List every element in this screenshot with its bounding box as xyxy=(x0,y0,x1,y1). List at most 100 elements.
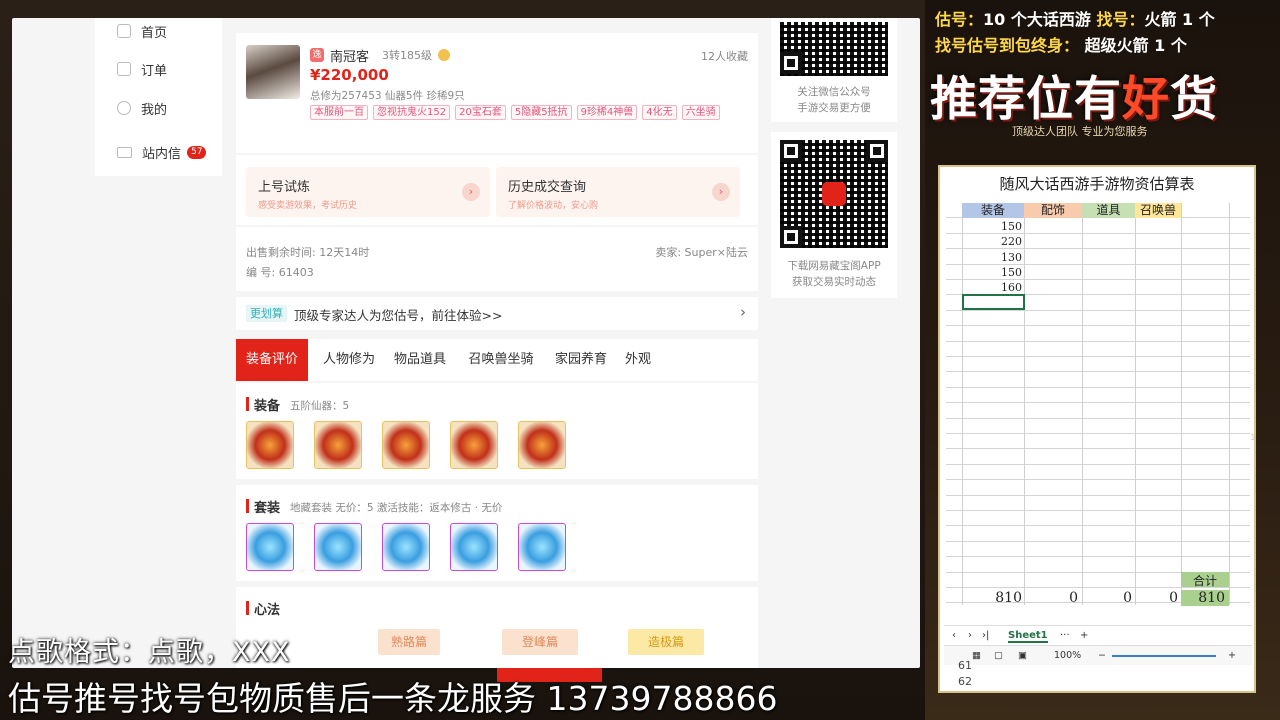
zoom-slider[interactable] xyxy=(1112,655,1216,657)
sheet-row[interactable] xyxy=(946,465,1250,481)
character-avatar[interactable] xyxy=(246,45,300,99)
cell-value[interactable]: 130 xyxy=(962,251,1022,264)
column-line xyxy=(1024,203,1025,605)
page-break-icon[interactable]: ▣ xyxy=(1018,650,1027,661)
tab-items[interactable]: 物品道具 xyxy=(388,339,452,381)
pricing-line-1: 估号：10 个大话西游 找号：火箭 1 个 xyxy=(935,10,1215,29)
sheet-row[interactable] xyxy=(946,326,1250,342)
add-sheet-icon[interactable]: + xyxy=(1080,630,1088,641)
tag: 5隐藏5抵抗 xyxy=(510,105,572,120)
tab-cultivation[interactable]: 人物修为 xyxy=(316,339,382,381)
sheet-row[interactable] xyxy=(946,403,1250,419)
heart-method-item[interactable]: 熟路篇 xyxy=(378,629,440,655)
service-overlay: 估号推号找号包物质售后一条龙服务 13739788866 xyxy=(8,679,778,718)
heart-method-section: 心法 熟路篇 登峰篇 造极篇 xyxy=(236,587,758,668)
header-accessory[interactable]: 配饰 xyxy=(1024,203,1082,218)
history-link[interactable]: 历史成交查询 了解价格波动，安心购 › xyxy=(496,167,740,217)
suit-slot[interactable] xyxy=(314,523,362,571)
sheet-row[interactable] xyxy=(946,388,1250,404)
song-request-overlay: 点歌格式：点歌，XXX xyxy=(8,637,291,668)
remaining-time: 出售剩余时间: 12天14时 xyxy=(246,246,370,259)
promo-tag: 更划算 xyxy=(246,305,287,322)
total-items[interactable]: 0 xyxy=(1082,590,1132,606)
seller-badge: 逸 xyxy=(310,48,324,62)
cell-value[interactable]: 150 xyxy=(962,220,1022,233)
status-bar: ▦ ▢ ▣ 100% − + xyxy=(944,645,1252,665)
sheet-row[interactable] xyxy=(946,434,1250,450)
heart-method-item[interactable]: 造极篇 xyxy=(628,629,704,655)
equipment-slot[interactable] xyxy=(450,421,498,469)
suit-slot[interactable] xyxy=(246,523,294,571)
equipment-slot[interactable] xyxy=(382,421,430,469)
trial-link[interactable]: 上号试炼 感受卖游效果，考试历史 › xyxy=(246,167,490,217)
sidebar-item-home[interactable]: 首页 xyxy=(95,20,222,42)
tab-appearance[interactable]: 外观 xyxy=(620,339,656,381)
cell-value[interactable]: 150 xyxy=(962,266,1022,279)
sheet-row[interactable] xyxy=(946,372,1250,388)
sheet-row[interactable] xyxy=(946,496,1250,511)
total-equipment[interactable]: 810 xyxy=(962,590,1022,606)
sheet-row[interactable] xyxy=(946,419,1250,434)
sheet-row[interactable] xyxy=(946,557,1250,573)
suit-slot[interactable] xyxy=(382,523,430,571)
selected-cell[interactable] xyxy=(962,294,1025,310)
sheet-row[interactable] xyxy=(946,542,1250,558)
tag-list: 本服前一百 忽视抗鬼火152 20宝石套 5隐藏5抵抗 9珍稀4神兽 4化无 六… xyxy=(310,105,750,120)
tag: 20宝石套 xyxy=(455,105,506,120)
equipment-slot[interactable] xyxy=(246,421,294,469)
equipment-slot[interactable] xyxy=(518,421,566,469)
user-icon xyxy=(117,101,131,115)
chevron-right-icon: › xyxy=(740,303,746,321)
zoom-level[interactable]: 100% xyxy=(1054,650,1081,661)
sheet-row[interactable] xyxy=(946,311,1250,327)
quick-links: 上号试炼 感受卖游效果，考试历史 › 历史成交查询 了解价格波动，安心购 › xyxy=(236,155,758,225)
total-accessory[interactable]: 0 xyxy=(1024,590,1078,606)
total-pets[interactable]: 0 xyxy=(1135,590,1178,606)
info-icon[interactable] xyxy=(438,49,450,61)
header-equipment[interactable]: 装备 xyxy=(962,203,1024,218)
sidebar-item-mine[interactable]: 我的 xyxy=(95,97,222,119)
cell-value[interactable]: 160 xyxy=(962,281,1022,294)
equipment-slot[interactable] xyxy=(314,421,362,469)
tab-equipment[interactable]: 装备评价 xyxy=(236,339,308,381)
normal-view-icon[interactable]: ▦ xyxy=(972,650,981,661)
tab-pets[interactable]: 召唤兽坐骑 xyxy=(462,339,540,381)
page-layout-icon[interactable]: ▢ xyxy=(994,650,1003,661)
sheet-row[interactable] xyxy=(946,511,1250,527)
more-icon[interactable]: ··· xyxy=(1060,630,1070,641)
sheet-row[interactable] xyxy=(946,526,1250,542)
column-line xyxy=(1082,203,1083,605)
suit-section: 套装 地藏套装 无价：5 激活技能：返本修古 · 无价 xyxy=(236,485,758,581)
sidebar-item-orders[interactable]: 订单 xyxy=(95,58,222,80)
sheet-grid: 装备 配饰 道具 召唤兽 150 220 130 150 160 合计 810 … xyxy=(946,203,1250,623)
listing-card: 逸 南冠客 3转185级 12人收藏 ¥220,000 总修为257453 仙器… xyxy=(236,33,758,153)
last-sheet-icon[interactable]: ›| xyxy=(982,630,989,641)
prev-sheet-icon[interactable]: ‹ xyxy=(952,630,956,641)
grand-total[interactable]: 810 xyxy=(1181,590,1229,606)
sheet-row[interactable] xyxy=(946,342,1250,357)
zoom-out-icon[interactable]: − xyxy=(1098,650,1106,661)
favorites-count: 12人收藏 xyxy=(701,50,748,63)
character-stats: 总修为257453 仙器5件 珍稀9只 xyxy=(310,90,465,102)
orders-icon xyxy=(117,62,131,76)
home-icon xyxy=(117,24,131,38)
sale-info: 出售剩余时间: 12天14时 卖家: Super×陆云 编 号: 61403 xyxy=(236,227,758,291)
suit-slot[interactable] xyxy=(518,523,566,571)
sidebar-item-inbox[interactable]: 站内信 57 xyxy=(95,141,222,163)
header-items[interactable]: 道具 xyxy=(1082,203,1135,218)
sheet-tab[interactable]: Sheet1 xyxy=(1008,630,1048,643)
promo-text: 顶级专家达人为您估号，前往体验>> xyxy=(294,308,503,323)
sheet-row[interactable] xyxy=(946,357,1250,373)
sheet-row[interactable] xyxy=(946,449,1250,465)
tag: 忽视抗鬼火152 xyxy=(373,105,451,120)
cell-value[interactable]: 220 xyxy=(962,235,1022,248)
sheet-row[interactable] xyxy=(946,480,1250,496)
suit-slot[interactable] xyxy=(450,523,498,571)
heart-method-item[interactable]: 登峰篇 xyxy=(502,629,578,655)
tab-home[interactable]: 家园养育 xyxy=(548,339,614,381)
next-sheet-icon[interactable]: › xyxy=(968,630,972,641)
header-pets[interactable]: 召唤兽 xyxy=(1135,203,1181,218)
section-title: 套装 xyxy=(254,501,281,516)
promo-banner[interactable]: 更划算 顶级专家达人为您估号，前往体验>> › xyxy=(236,297,758,330)
zoom-in-icon[interactable]: + xyxy=(1228,650,1236,661)
